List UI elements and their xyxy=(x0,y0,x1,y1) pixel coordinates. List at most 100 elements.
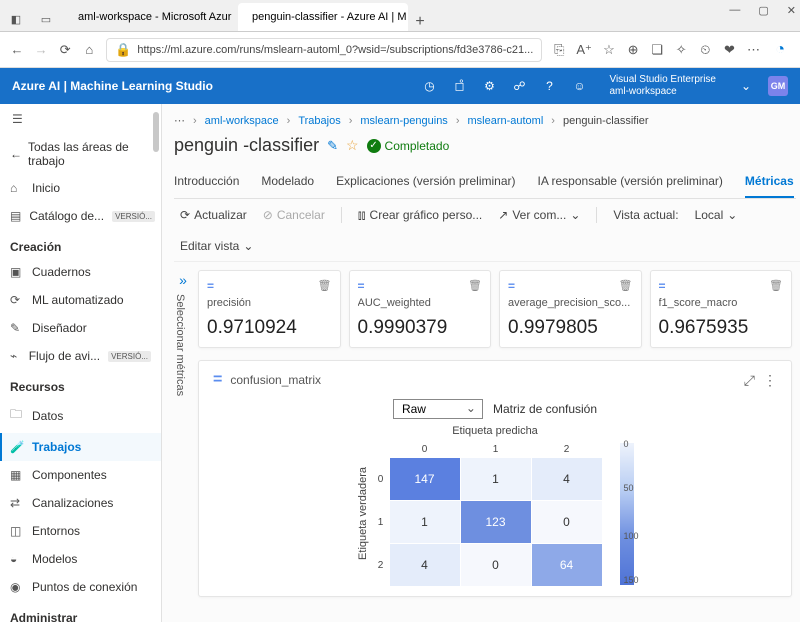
shopping-icon[interactable]: ⎘ xyxy=(552,42,566,58)
forward-icon: → xyxy=(34,42,48,58)
catalog-icon: ▤ xyxy=(10,209,21,223)
more-icon[interactable]: ⋯ xyxy=(746,42,760,58)
workspace-picker[interactable]: Visual Studio Enterprise aml-workspace xyxy=(601,74,724,98)
maximize-icon[interactable]: ▢ xyxy=(758,4,768,17)
metrics-panel-toggle[interactable]: » Seleccionar métricas xyxy=(174,270,192,597)
hamburger-icon[interactable]: ☰ xyxy=(0,104,161,134)
url-input[interactable]: 🔒 https://ml.azure.com/runs/mslearn-auto… xyxy=(106,38,542,62)
preview-badge: VERSIÓ... xyxy=(112,211,155,222)
confusion-xlabel: Etiqueta predicha xyxy=(213,425,777,437)
cm-cell: 1 xyxy=(461,458,531,500)
cm-cell: 1 xyxy=(390,501,460,543)
breadcrumb-link[interactable]: mslearn-penguins xyxy=(360,115,447,127)
delete-icon[interactable]: 🗑 xyxy=(318,279,332,293)
browser-tab-2[interactable]: penguin-classifier - Azure AI | M ✕ xyxy=(238,3,408,31)
refresh-button[interactable]: ⟳Actualizar xyxy=(180,208,247,222)
sidebar-item-automl[interactable]: ⟳ML automatizado xyxy=(0,286,161,314)
tab-model[interactable]: Modelado xyxy=(261,168,314,198)
drag-icon[interactable]: = xyxy=(207,279,214,293)
favorite-icon[interactable]: ☆ xyxy=(346,137,359,154)
breadcrumb-link[interactable]: mslearn-automl xyxy=(467,115,543,127)
screenshot-icon[interactable]: ❤ xyxy=(722,42,736,58)
check-icon: ✓ xyxy=(367,139,381,153)
sidebar-item-pipelines[interactable]: ⇄Canalizaciones xyxy=(0,489,161,517)
sidebar-item-promptflow[interactable]: ⌁Flujo de avi... VERSIÓ... xyxy=(0,342,161,370)
bing-chat-icon[interactable]: ◔ xyxy=(771,39,790,61)
tab-metrics[interactable]: Métricas xyxy=(745,168,794,198)
bell-icon[interactable]: ◻̊ xyxy=(451,78,467,94)
clock-icon[interactable]: ◷ xyxy=(421,78,437,94)
minimize-icon[interactable]: — xyxy=(729,4,740,17)
delete-icon[interactable]: 🗑 xyxy=(468,279,482,293)
back-icon[interactable]: ← xyxy=(10,42,24,58)
profile-icon[interactable]: ◧ xyxy=(8,11,24,27)
tab-intro[interactable]: Introducción xyxy=(174,168,239,198)
new-tab-button[interactable]: + xyxy=(408,13,432,31)
back-to-workspaces[interactable]: ← Todas las áreas de trabajo xyxy=(0,134,161,174)
smile-icon[interactable]: ☺ xyxy=(571,78,587,94)
sidebar-item-models[interactable]: ◒Modelos xyxy=(0,545,161,573)
read-aloud-icon[interactable]: A⁺ xyxy=(576,42,592,58)
cancel-button: ⊘Cancelar xyxy=(263,208,325,222)
sidebar-item-data[interactable]: 🗀Datos xyxy=(0,398,161,433)
close-window-icon[interactable]: ✕ xyxy=(787,4,796,17)
drag-icon[interactable]: = xyxy=(358,279,365,293)
breadcrumb-more-icon[interactable]: ⋯ xyxy=(174,114,185,127)
sidebar-item-notebooks[interactable]: ▣Cuadernos xyxy=(0,258,161,286)
create-chart-button[interactable]: ⫾⫾Crear gráfico perso... xyxy=(358,208,482,223)
edit-view-button[interactable]: Editar vista ⌄ xyxy=(180,239,253,253)
colorbar xyxy=(620,443,634,585)
automl-icon: ⟳ xyxy=(10,293,24,307)
extensions-icon[interactable]: ✧ xyxy=(674,42,688,58)
drag-icon[interactable]: = xyxy=(508,279,515,293)
lock-icon: 🔒 xyxy=(115,42,131,58)
favorite-icon[interactable]: ☆ xyxy=(602,42,616,58)
edit-icon[interactable]: ✎ xyxy=(327,138,338,154)
confusion-subtitle: Matriz de confusión xyxy=(493,402,597,416)
sidebar-item-jobs[interactable]: 🧪Trabajos xyxy=(0,433,161,461)
scrollbar-thumb[interactable] xyxy=(153,112,159,152)
page-title: penguin -classifier xyxy=(174,135,319,156)
help-icon[interactable]: ? xyxy=(541,78,557,94)
main-content: ⋯› aml-workspace› Trabajos› mslearn-peng… xyxy=(162,104,800,622)
breadcrumb: ⋯› aml-workspace› Trabajos› mslearn-peng… xyxy=(174,114,800,127)
tab-responsible-ai[interactable]: IA responsable (versión preliminar) xyxy=(538,168,723,198)
view-as-button[interactable]: ↗Ver com... ⌄ xyxy=(498,208,580,222)
refresh-icon[interactable]: ⟳ xyxy=(58,42,72,58)
current-view-value[interactable]: Local ⌄ xyxy=(695,208,738,222)
delete-icon[interactable]: 🗑 xyxy=(619,279,633,293)
feedback-icon[interactable]: ☍ xyxy=(511,78,527,94)
performance-icon[interactable]: ⏲ xyxy=(698,42,712,58)
confusion-matrix-card: = confusion_matrix ⤢ ⋮ Raw Matriz de con… xyxy=(198,360,792,597)
drag-icon[interactable]: = xyxy=(659,279,666,293)
home-icon[interactable]: ⌂ xyxy=(82,42,96,58)
translate-icon[interactable]: ⊕ xyxy=(626,42,640,58)
sidebar-item-catalog[interactable]: ▤Catálogo de... VERSIÓ... xyxy=(0,202,161,230)
sidebar-item-environments[interactable]: ◫Entornos xyxy=(0,517,161,545)
breadcrumb-link[interactable]: Trabajos xyxy=(298,115,340,127)
more-icon[interactable]: ⋮ xyxy=(763,372,777,389)
label: Componentes xyxy=(32,468,107,482)
metric-value: 0.9979805 xyxy=(508,317,633,339)
environments-icon: ◫ xyxy=(10,524,24,538)
chevron-down-icon[interactable]: ⌄ xyxy=(738,78,754,94)
expand-icon[interactable]: ⤢ xyxy=(744,372,755,389)
sidebar-item-components[interactable]: ▦Componentes xyxy=(0,461,161,489)
drag-icon[interactable]: = xyxy=(213,371,222,389)
colorbar-tick: 50 xyxy=(624,483,634,493)
sidebar-item-home[interactable]: ⌂Inicio xyxy=(0,174,161,202)
label: Puntos de conexión xyxy=(32,580,137,594)
tab-panel-icon[interactable]: ▭ xyxy=(38,11,54,27)
tab-explanations[interactable]: Explicaciones (versión preliminar) xyxy=(336,168,515,198)
cm-cell: 123 xyxy=(461,501,531,543)
collections-icon[interactable]: ❏ xyxy=(650,42,664,58)
normalize-select[interactable]: Raw xyxy=(393,399,483,419)
chart-icon: ⫾⫾ xyxy=(358,208,366,223)
delete-icon[interactable]: 🗑 xyxy=(769,279,783,293)
browser-tab-1[interactable]: aml-workspace - Microsoft Azur ✕ xyxy=(64,3,234,31)
sidebar-item-designer[interactable]: ✎Diseñador xyxy=(0,314,161,342)
sidebar-item-endpoints[interactable]: ◉Puntos de conexión xyxy=(0,573,161,601)
settings-icon[interactable]: ⚙ xyxy=(481,78,497,94)
breadcrumb-link[interactable]: aml-workspace xyxy=(205,115,279,127)
avatar[interactable]: GM xyxy=(768,76,788,96)
